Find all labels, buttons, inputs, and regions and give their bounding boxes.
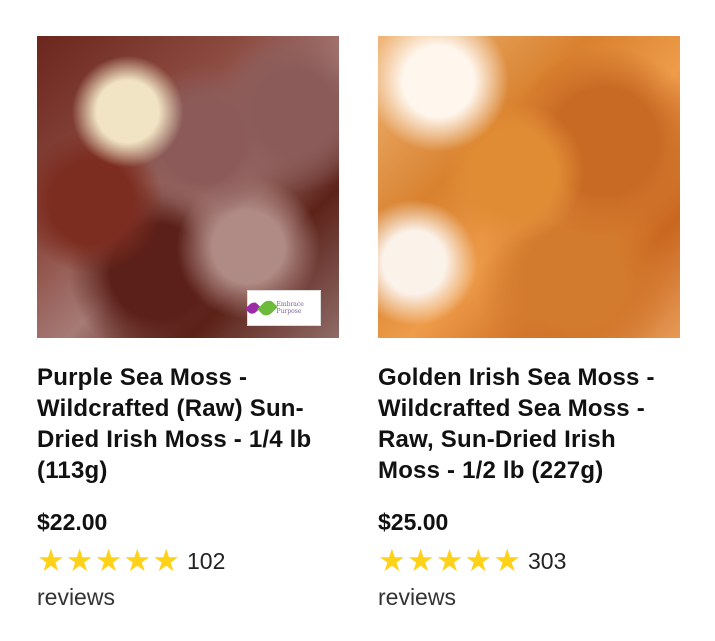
product-price: $22.00 xyxy=(37,509,108,535)
star-icon: ★ xyxy=(378,543,406,578)
star-icon: ★ xyxy=(435,543,464,578)
product-price: $25.00 xyxy=(378,509,449,535)
star-icon: ★ xyxy=(65,543,94,578)
brand-logo-badge: Embrace Purpose xyxy=(245,290,321,326)
product-card-purple[interactable]: Embrace Purpose Purple Sea Moss - Wildcr… xyxy=(37,36,339,611)
review-count[interactable]: 102 xyxy=(187,548,225,575)
product-title[interactable]: Golden Irish Sea Moss - Wildcrafted Sea … xyxy=(378,362,680,486)
product-image-purple-sea-moss[interactable]: Embrace Purpose xyxy=(37,36,339,338)
product-image-golden-sea-moss[interactable] xyxy=(378,36,680,338)
star-icon: ★ xyxy=(406,543,435,578)
star-icon: ★ xyxy=(152,543,180,578)
star-icon: ★ xyxy=(493,543,521,578)
star-icon: ★ xyxy=(123,543,152,578)
product-grid: Embrace Purpose Purple Sea Moss - Wildcr… xyxy=(0,0,715,641)
product-rating[interactable]: ★ ★ ★ ★ ★ 303 reviews xyxy=(378,544,608,611)
brand-badge-text: Embrace Purpose xyxy=(276,301,304,315)
leaf-icon xyxy=(256,297,278,319)
star-icon: ★ xyxy=(464,543,493,578)
product-rating[interactable]: ★ ★ ★ ★ ★ 102 reviews xyxy=(37,544,267,611)
product-title[interactable]: Purple Sea Moss - Wildcrafted (Raw) Sun-… xyxy=(37,362,339,486)
star-icon: ★ xyxy=(37,543,65,578)
reviews-label[interactable]: reviews xyxy=(378,584,608,611)
reviews-label[interactable]: reviews xyxy=(37,584,267,611)
review-count[interactable]: 303 xyxy=(528,548,566,575)
star-icon: ★ xyxy=(94,543,123,578)
product-card-golden[interactable]: Golden Irish Sea Moss - Wildcrafted Sea … xyxy=(378,36,680,611)
